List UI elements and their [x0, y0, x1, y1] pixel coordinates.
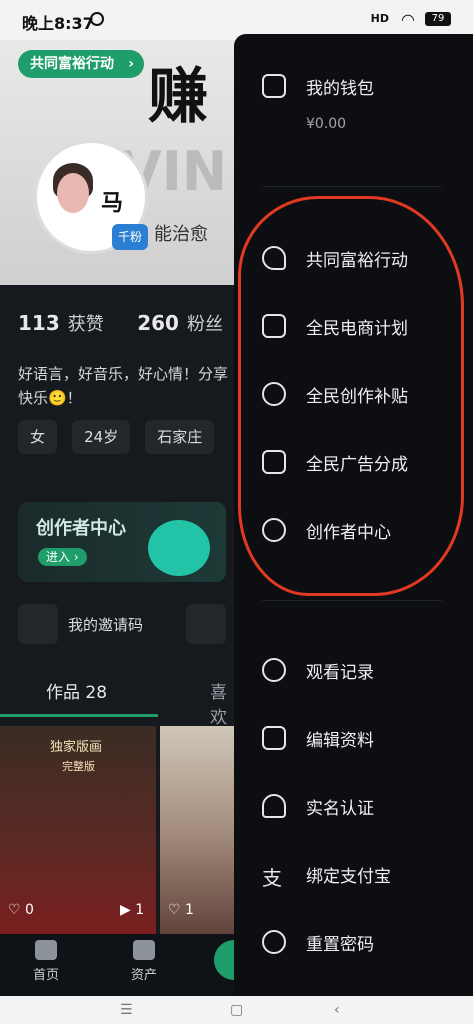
invite-code-button[interactable]: 我的邀请码 — [18, 602, 168, 646]
creator-enter-button[interactable]: 进入 › — [38, 548, 87, 566]
creator-enter-label: 进入 — [46, 550, 71, 564]
menu-label: 全民广告分成 — [306, 455, 408, 475]
menu-label: 全民创作补贴 — [306, 387, 408, 407]
qr-icon — [18, 604, 58, 644]
profile-stats: 113 获赞 260 粉丝 — [18, 310, 223, 336]
thumbnail-plays: ▶ 1 — [120, 902, 145, 918]
menu-ad-revenue[interactable]: 全民广告分成 — [262, 444, 462, 480]
wifi-icon: ◠ — [401, 10, 415, 29]
wallet-balance: ¥0.00 — [306, 116, 347, 132]
menu-watch-history[interactable]: 观看记录 — [262, 652, 462, 688]
creator-center-card[interactable]: 创作者中心 进入 › — [18, 502, 226, 582]
document-icon[interactable] — [186, 604, 226, 644]
work-thumbnail[interactable]: 独家版画 完整版 ♡ 0 ▶ 1 — [0, 726, 156, 934]
thumbnail-plays-count: 1 — [135, 902, 145, 918]
avatar-text: 马 — [101, 191, 124, 216]
reset-icon — [262, 930, 286, 954]
profile-page: 共同富裕行动 › 赚 VIN 马 千粉 能治愈 113 获赞 260 粉丝 好语言，… — [0, 40, 240, 990]
menu-label: 重置密码 — [306, 935, 374, 954]
menu-reset-password[interactable]: 重置密码 — [262, 924, 462, 954]
lightbulb-icon — [262, 382, 286, 406]
user-verify-icon — [262, 794, 286, 818]
thumbnail-subtitle: 完整版 — [62, 760, 95, 773]
thumbnail-likes: ♡ 0 — [8, 902, 34, 918]
divider — [262, 600, 442, 601]
system-nav-bar: ☰ ▢ ‹ — [0, 996, 473, 1024]
menu-label: 编辑资料 — [306, 731, 374, 751]
fan-badge: 千粉 — [112, 224, 148, 250]
menu-label: 绑定支付宝 — [306, 867, 391, 887]
ad-card-icon — [262, 450, 286, 474]
tag-city: 石家庄 — [145, 420, 215, 454]
common-prosperity-label: 共同富裕行动 — [30, 56, 114, 72]
menu-real-name[interactable]: 实名认证 — [262, 788, 462, 824]
fans-count[interactable]: 260 — [137, 311, 179, 335]
home-square-icon[interactable]: ▢ — [230, 1002, 243, 1018]
likes-label: 获赞 — [67, 314, 104, 335]
menu-wallet-label: 我的钱包 — [306, 79, 374, 99]
menu-bind-alipay[interactable]: 支 绑定支付宝 — [262, 856, 462, 892]
edit-icon — [262, 726, 286, 750]
menu-creation-subsidy[interactable]: 全民创作补贴 — [262, 376, 462, 412]
menu-creator-center[interactable]: 创作者中心 — [262, 512, 462, 548]
profile-bio: 好语言，好音乐，好心情！分享快乐🙂！ — [18, 365, 229, 407]
tab-indicator — [0, 714, 158, 717]
nav-assets-label: 资产 — [130, 968, 157, 983]
invite-code-label: 我的邀请码 — [68, 616, 144, 634]
nav-assets[interactable]: 资产 — [114, 934, 174, 983]
heart-icon — [262, 246, 286, 270]
nav-home[interactable]: 首页 — [16, 934, 76, 983]
thumbnail-likes-count: 0 — [25, 902, 34, 918]
chevron-right-icon: › — [128, 56, 134, 72]
palette-illustration — [148, 520, 210, 576]
alarm-icon — [90, 12, 104, 26]
cover-subtitle: 能治愈 — [154, 224, 208, 245]
menu-label: 创作者中心 — [306, 523, 391, 543]
thumbnail-likes-count: 1 — [185, 902, 194, 918]
status-time: 晚上8:37 — [22, 14, 94, 33]
clock-icon — [262, 658, 286, 682]
home-icon — [35, 940, 57, 960]
alipay-icon: 支 — [262, 866, 282, 890]
side-drawer: 我的钱包 ¥0.00 共同富裕行动 全民电商计划 全民创作补贴 全民广告分成 创… — [234, 34, 473, 996]
battery-icon: 79 — [425, 12, 451, 26]
money-bag-icon — [133, 940, 155, 960]
menu-wallet[interactable]: 我的钱包 — [262, 68, 462, 104]
tag-age: 24岁 — [72, 420, 131, 454]
palette-icon — [262, 518, 286, 542]
profile-cover: 共同富裕行动 › 赚 VIN 马 千粉 能治愈 — [0, 40, 240, 285]
menu-icon[interactable]: ☰ — [120, 1002, 133, 1018]
menu-label: 实名认证 — [306, 799, 374, 819]
back-icon[interactable]: ‹ — [334, 1002, 340, 1018]
fans-label[interactable]: 粉丝 — [187, 314, 223, 335]
tab-works[interactable]: 作品 28 — [46, 678, 107, 703]
creator-center-title: 创作者中心 — [36, 518, 126, 539]
common-prosperity-button[interactable]: 共同富裕行动 › — [18, 50, 144, 78]
nav-home-label: 首页 — [32, 968, 59, 983]
menu-label: 共同富裕行动 — [306, 251, 408, 271]
tag-gender: 女 — [18, 420, 58, 454]
store-icon — [262, 314, 286, 338]
divider — [262, 186, 442, 187]
menu-label: 全民电商计划 — [306, 319, 408, 339]
bottom-navigation: 首页 资产 — [0, 934, 240, 990]
avatar-face — [57, 173, 89, 213]
likes-count: 113 — [18, 311, 60, 335]
menu-common-prosperity[interactable]: 共同富裕行动 — [262, 240, 462, 276]
menu-edit-profile[interactable]: 编辑资料 — [262, 720, 462, 756]
profile-tags: 女 24岁 石家庄 — [18, 420, 224, 454]
signal-icon: HD — [370, 12, 389, 25]
thumbnail-likes: ♡ 1 — [168, 902, 194, 918]
menu-ecommerce-plan[interactable]: 全民电商计划 — [262, 308, 462, 344]
thumbnail-title: 独家版画 — [50, 740, 103, 755]
cover-big-text: 赚 — [148, 62, 208, 132]
menu-label: 观看记录 — [306, 663, 374, 683]
work-thumbnail[interactable]: ♡ 1 — [160, 726, 240, 934]
wallet-icon — [262, 74, 286, 98]
